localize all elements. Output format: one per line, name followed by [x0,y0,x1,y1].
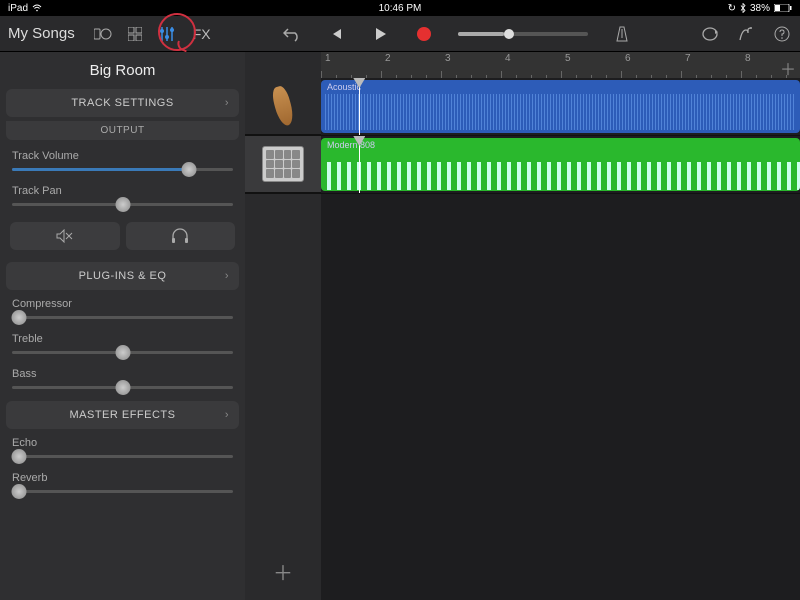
track-lane[interactable]: Modern 808 [321,136,800,193]
reverb-slider[interactable] [12,490,233,493]
loop-icon[interactable] [700,24,720,44]
track-settings-panel: Big Room TRACK SETTINGS › OUTPUT Track V… [0,52,245,600]
midi-notes [321,162,800,190]
orientation-lock-icon: ↻ [728,3,736,14]
help-icon[interactable] [772,24,792,44]
battery-pct: 38% [750,3,770,14]
plus-icon: ＋ [273,557,293,586]
rewind-icon[interactable] [326,24,346,44]
battery-icon [774,4,792,12]
preset-name: Big Room [0,52,245,87]
device-label: iPad [8,3,28,14]
bluetooth-icon [740,3,746,13]
treble-slider[interactable] [12,351,233,354]
fx-button[interactable]: FX [189,26,215,42]
echo-slider[interactable] [12,455,233,458]
compressor-label: Compressor [12,298,233,310]
record-icon[interactable] [414,24,434,44]
track-volume-slider[interactable] [12,168,233,171]
timeline-ruler[interactable]: ＋ 12345678 [321,52,800,78]
playhead[interactable] [359,78,360,135]
undo-icon[interactable] [282,24,302,44]
pan-label: Track Pan [12,185,233,197]
headphones-icon [171,228,189,244]
audio-clip-modern808[interactable]: Modern 808 [321,138,800,191]
track-lane[interactable]: Acoustic [321,78,800,135]
master-effects-header[interactable]: MASTER EFFECTS › [6,401,239,429]
track-header-modern808[interactable] [245,136,321,193]
play-icon[interactable] [370,24,390,44]
add-section-icon[interactable]: ＋ [780,56,796,78]
metronome-icon[interactable] [612,24,632,44]
track-header-acoustic[interactable] [245,78,321,135]
output-header: OUTPUT [6,121,239,140]
view-mode-icon[interactable] [93,24,113,44]
my-songs-button[interactable]: My Songs [8,25,81,42]
mute-button[interactable] [10,222,120,250]
drum-machine-icon [260,141,306,187]
plugins-header[interactable]: PLUG-INS & EQ › [6,262,239,290]
clock: 10:46 PM [269,3,530,14]
bass-label: Bass [12,368,233,380]
tracks-area: ＋ 12345678 Acoustic [245,52,800,600]
master-volume-slider[interactable] [458,32,588,36]
chevron-right-icon: › [225,409,229,421]
toolbar: My Songs FX [0,16,800,52]
wifi-icon [32,4,42,12]
mute-icon [56,229,74,243]
status-bar: iPad 10:46 PM ↻ 38% [0,0,800,16]
echo-label: Echo [12,437,233,449]
mixer-icon[interactable] [157,24,177,44]
track-pan-slider[interactable] [12,203,233,206]
empty-lane [321,194,800,600]
reverb-label: Reverb [12,472,233,484]
add-track-button[interactable]: ＋ [245,194,321,600]
grid-view-icon[interactable] [125,24,145,44]
treble-label: Treble [12,333,233,345]
chevron-right-icon: › [225,270,229,282]
ruler-spacer [245,52,321,78]
chevron-right-icon: › [225,97,229,109]
volume-label: Track Volume [12,150,233,162]
solo-button[interactable] [126,222,236,250]
settings-icon[interactable] [736,24,756,44]
guitar-icon [260,83,306,129]
audio-clip-acoustic[interactable]: Acoustic [321,80,800,133]
compressor-slider[interactable] [12,316,233,319]
playhead[interactable] [359,136,360,193]
track-settings-header[interactable]: TRACK SETTINGS › [6,89,239,117]
bass-slider[interactable] [12,386,233,389]
waveform [325,94,796,130]
